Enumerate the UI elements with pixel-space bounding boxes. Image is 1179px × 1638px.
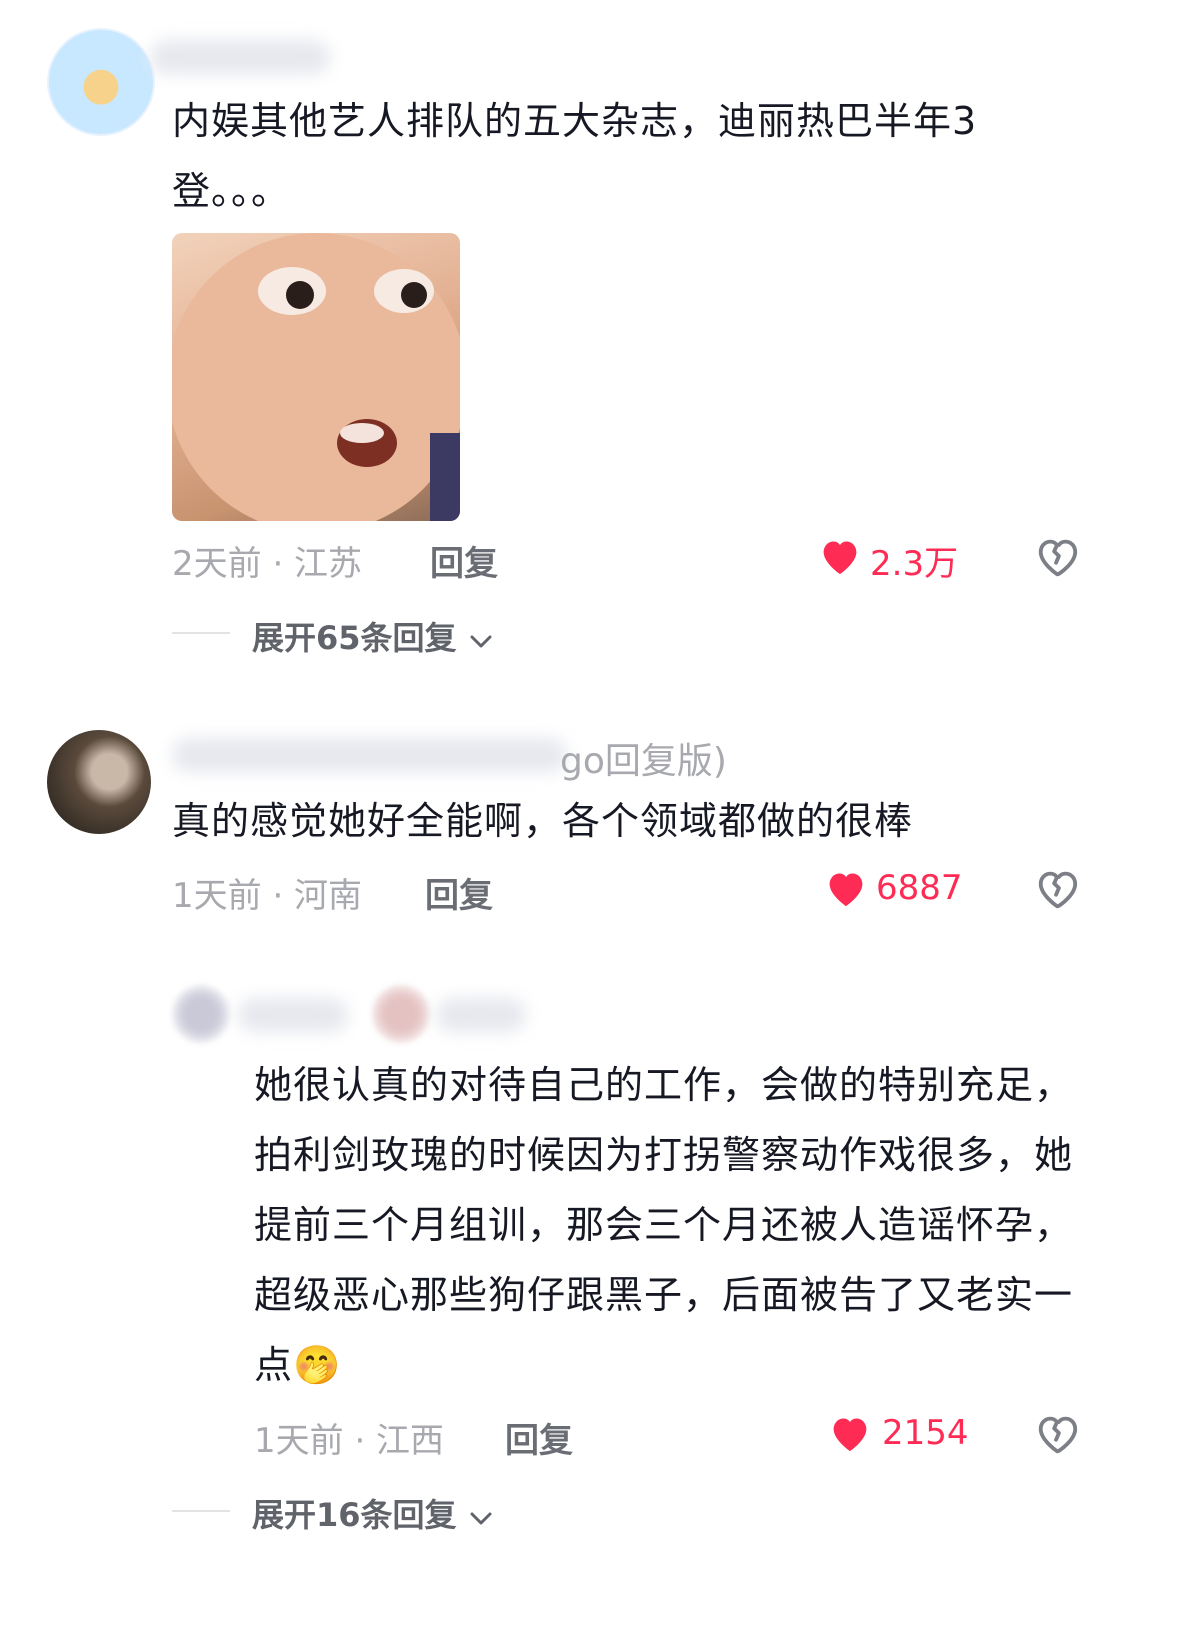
expand-replies-label: 展开16条回复 <box>252 1496 457 1534</box>
like-count: 6887 <box>876 868 963 908</box>
reply-avatar[interactable] <box>172 985 230 1043</box>
comment-text: 她很认真的对待自己的工作，会做的特别充足，拍利剑玫瑰的时候因为打拐警察动作戏很多… <box>254 1063 1074 1387</box>
reply-button[interactable]: 回复 <box>425 868 493 917</box>
sticker-image[interactable] <box>172 233 460 521</box>
expand-replies-button[interactable]: 展开65条回复 <box>252 613 494 659</box>
broken-heart-icon[interactable] <box>1034 866 1080 910</box>
expand-divider <box>172 1510 230 1512</box>
like-count: 2.3万 <box>870 544 959 584</box>
broken-heart-icon[interactable] <box>1034 534 1080 578</box>
like-count: 2154 <box>882 1413 969 1453</box>
heart-filled-icon[interactable] <box>818 536 862 576</box>
heart-filled-icon[interactable] <box>824 868 868 908</box>
comment-text: 内娱其他艺人排队的五大杂志，迪丽热巴半年3登。。。 <box>172 99 978 213</box>
reply-button[interactable]: 回复 <box>430 536 498 585</box>
username-suffix[interactable]: go回复版) <box>560 732 727 784</box>
chevron-down-icon <box>468 1498 494 1536</box>
expand-divider <box>172 632 230 634</box>
username-blurred[interactable] <box>172 738 567 772</box>
username-blurred[interactable] <box>238 998 348 1032</box>
heart-filled-icon[interactable] <box>828 1413 872 1453</box>
comment-text: 真的感觉她好全能啊，各个领域都做的很棒 <box>172 799 914 843</box>
username-blurred[interactable] <box>150 40 330 74</box>
reply-to-avatar[interactable] <box>372 985 430 1043</box>
comment-time-location: 1天前 · 河南 <box>172 876 363 916</box>
comment-time-location: 2天前 · 江苏 <box>172 544 363 584</box>
reply-button[interactable]: 回复 <box>505 1413 573 1462</box>
avatar[interactable] <box>47 730 151 834</box>
expand-replies-button[interactable]: 展开16条回复 <box>252 1490 494 1536</box>
avatar[interactable] <box>47 28 155 136</box>
comment-time-location: 1天前 · 江西 <box>254 1421 445 1461</box>
chevron-down-icon <box>468 621 494 659</box>
reply-to-username-blurred[interactable] <box>436 998 526 1032</box>
broken-heart-icon[interactable] <box>1034 1411 1080 1455</box>
expand-replies-label: 展开65条回复 <box>252 619 457 657</box>
